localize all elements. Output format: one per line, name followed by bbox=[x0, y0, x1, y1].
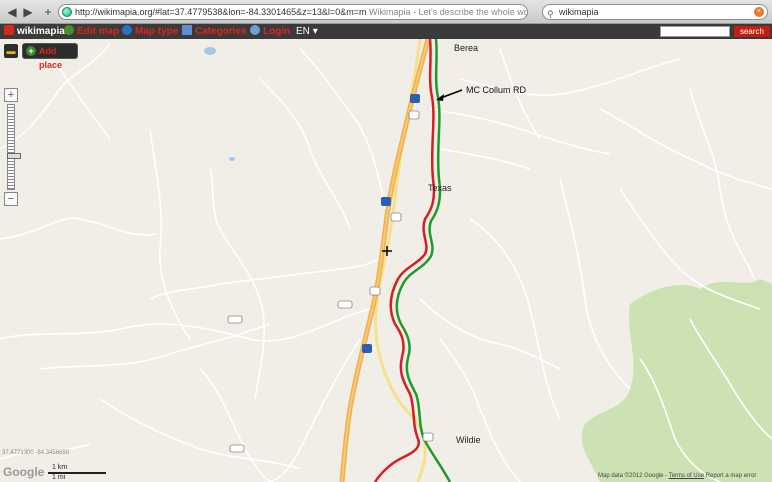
language-selector[interactable]: EN ▾ bbox=[296, 25, 318, 38]
scale-km: 1 km bbox=[52, 464, 68, 471]
wikimapia-logo[interactable]: wikimapia bbox=[4, 25, 65, 38]
place-label-berea: Berea bbox=[454, 43, 479, 53]
wikimapia-search-input[interactable] bbox=[660, 26, 730, 37]
edit-map-icon bbox=[64, 25, 74, 35]
add-icon: + bbox=[26, 46, 36, 56]
new-tab-icon[interactable]: + bbox=[40, 4, 56, 20]
zoom-in-button[interactable]: + bbox=[4, 88, 18, 102]
place-label-wildie: Wildie bbox=[456, 435, 481, 445]
scale-bar: 1 km 1 mi bbox=[48, 464, 108, 481]
annotation-label: MC Collum RD bbox=[466, 85, 527, 95]
map-graphics bbox=[0, 39, 772, 482]
google-logo: Google bbox=[3, 465, 45, 479]
wikimapia-toolbar: wikimapia Edit map Map type Categories L… bbox=[0, 24, 772, 39]
add-place-label: Add place bbox=[39, 46, 63, 70]
scale-mi: 1 mi bbox=[52, 474, 66, 481]
lake bbox=[204, 47, 216, 55]
map-canvas[interactable]: Berea Texas Wildie MC Collum RD ▬ + Add … bbox=[0, 39, 772, 482]
categories-label: Categories bbox=[195, 26, 247, 37]
categories-button[interactable]: Categories bbox=[182, 25, 247, 38]
map-type-button[interactable]: Map type bbox=[122, 25, 178, 38]
zoom-slider-handle[interactable] bbox=[7, 153, 21, 159]
categories-icon bbox=[182, 25, 192, 35]
logo-text: wikimapia bbox=[17, 26, 65, 37]
report-map-error-link[interactable]: Report a map error bbox=[704, 473, 757, 479]
browser-toolbar: ◀ ▶ + http://wikimapia.org/#lat=37.47795… bbox=[0, 0, 772, 24]
language-label: EN bbox=[296, 26, 310, 37]
map-attribution: Map data ©2012 Google - Terms of Use Rep… bbox=[598, 473, 756, 479]
map-type-label: Map type bbox=[135, 26, 179, 37]
user-icon bbox=[250, 25, 260, 35]
terms-of-use-link[interactable]: Terms of Use bbox=[669, 473, 704, 479]
wikimapia-logo-icon bbox=[4, 25, 14, 35]
lake bbox=[229, 157, 235, 161]
wikimapia-search-button[interactable]: search bbox=[734, 26, 770, 37]
login-button[interactable]: Login bbox=[250, 25, 290, 38]
globe-icon bbox=[122, 25, 132, 35]
page-title: Wikimapia - Let's describe the whole wor… bbox=[368, 7, 528, 17]
browser-search-value: wikimapia bbox=[559, 7, 599, 17]
add-place-button[interactable]: + Add place bbox=[22, 43, 78, 70]
place-label-texas: Texas bbox=[428, 183, 452, 193]
forward-icon[interactable]: ▶ bbox=[20, 4, 36, 20]
chevron-down-icon: ▾ bbox=[312, 26, 318, 37]
browser-search-input[interactable]: ⚲ wikimapia × bbox=[542, 4, 768, 20]
address-bar[interactable]: http://wikimapia.org/#lat=37.4779538&lon… bbox=[58, 4, 528, 20]
attribution-prefix: Map data ©2012 Google - bbox=[598, 473, 669, 479]
panel-toggle-icon[interactable]: ▬ bbox=[4, 44, 18, 58]
login-label: Login bbox=[263, 26, 291, 37]
coordinates-readout: 37.4771300 -84.3456650 bbox=[2, 450, 70, 456]
clear-search-icon[interactable]: × bbox=[754, 7, 764, 17]
back-icon[interactable]: ◀ bbox=[4, 4, 20, 20]
zoom-out-button[interactable]: − bbox=[4, 192, 18, 206]
globe-icon bbox=[62, 7, 72, 17]
url-text: http://wikimapia.org/#lat=37.4779538&lon… bbox=[75, 7, 367, 17]
zoom-slider[interactable] bbox=[7, 104, 21, 190]
edit-map-label: Edit map bbox=[77, 26, 120, 37]
search-icon: ⚲ bbox=[547, 9, 554, 19]
highlighted-route-green bbox=[395, 39, 452, 482]
edit-map-button[interactable]: Edit map bbox=[64, 25, 119, 38]
zoom-control: + − bbox=[4, 88, 21, 206]
forest-area bbox=[581, 279, 772, 482]
